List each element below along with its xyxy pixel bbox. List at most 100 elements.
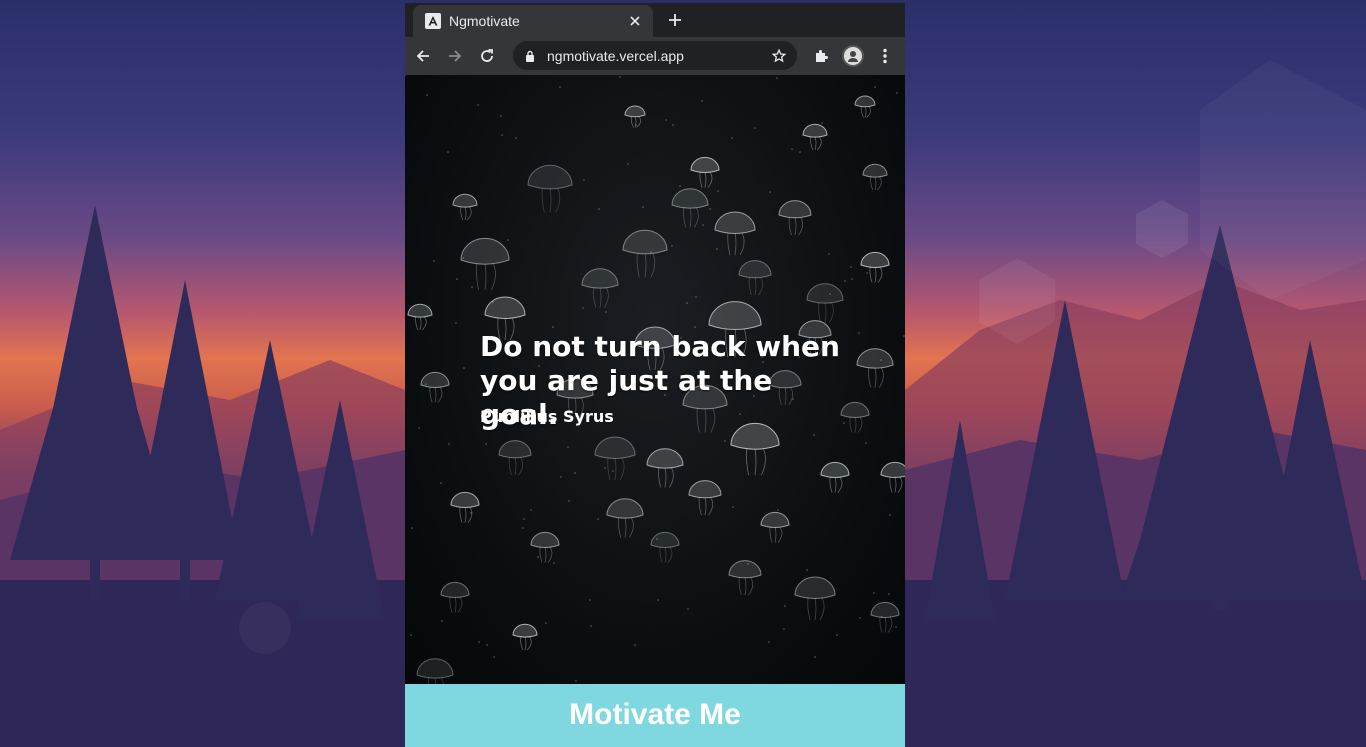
forward-button[interactable] — [441, 42, 469, 70]
jellyfish-decoration — [856, 348, 894, 388]
particle-decoration — [405, 75, 406, 76]
more-vert-icon[interactable] — [871, 42, 899, 70]
jellyfish-decoration — [624, 105, 646, 128]
particle-decoration — [485, 443, 487, 445]
particle-decoration — [425, 383, 427, 385]
particle-decoration — [650, 251, 652, 253]
particle-decoration — [731, 137, 733, 139]
particle-decoration — [553, 562, 555, 564]
particle-decoration — [426, 94, 428, 96]
particle-decoration — [507, 239, 509, 241]
particle-decoration — [814, 656, 816, 658]
angular-logo-icon — [425, 13, 441, 29]
particle-decoration — [754, 127, 756, 129]
extensions-icon[interactable] — [807, 42, 835, 70]
particle-decoration — [471, 286, 473, 288]
plus-icon — [669, 14, 681, 26]
particle-decoration — [880, 359, 882, 361]
profile-avatar[interactable] — [839, 42, 867, 70]
jellyfish-decoration — [407, 303, 433, 331]
particle-decoration — [530, 509, 532, 511]
particle-decoration — [716, 248, 718, 250]
particle-decoration — [575, 680, 577, 682]
quote-line-1: Do not turn back when — [480, 330, 840, 363]
tab-strip: Ngmotivate — [405, 3, 905, 37]
jellyfish-decoration — [854, 95, 876, 118]
particle-decoration — [874, 86, 876, 88]
particle-decoration — [455, 322, 457, 324]
jellyfish-decoration — [880, 461, 905, 493]
address-bar[interactable]: ngmotivate.vercel.app — [513, 41, 797, 70]
particle-decoration — [478, 641, 480, 643]
particle-decoration — [418, 427, 420, 429]
particle-decoration — [777, 509, 779, 511]
particle-decoration — [574, 472, 576, 474]
particle-decoration — [844, 280, 846, 282]
particle-decoration — [799, 151, 801, 153]
particle-decoration — [470, 512, 472, 514]
particle-decoration — [732, 506, 734, 508]
particle-decoration — [492, 301, 494, 303]
particle-decoration — [447, 151, 449, 153]
particle-decoration — [486, 644, 488, 646]
particle-decoration — [634, 644, 636, 646]
jellyfish-decoration — [622, 229, 668, 278]
particle-decoration — [522, 527, 524, 529]
particle-decoration — [702, 224, 704, 226]
motivate-me-button[interactable]: Motivate Me — [405, 684, 905, 747]
jellyfish-decoration — [714, 211, 756, 256]
jellyfish-decoration — [671, 188, 709, 228]
jellyfish-decoration — [728, 560, 762, 596]
jellyfish-decoration — [450, 491, 480, 523]
particle-decoration — [589, 599, 591, 601]
particle-decoration — [895, 626, 897, 628]
particle-decoration — [851, 278, 853, 280]
jellyfish-decoration — [606, 498, 644, 538]
particle-decoration — [545, 622, 547, 624]
particle-decoration — [784, 605, 786, 607]
jellyfish-decoration — [416, 658, 454, 684]
particle-decoration — [769, 191, 771, 193]
particle-decoration — [463, 367, 465, 369]
particle-decoration — [850, 266, 852, 268]
quote-author: Publilius Syrus — [480, 407, 614, 426]
back-button[interactable] — [409, 42, 437, 70]
particle-decoration — [717, 190, 719, 192]
close-icon[interactable] — [625, 11, 645, 31]
tab-title: Ngmotivate — [449, 13, 520, 29]
particle-decoration — [896, 92, 898, 94]
jellyfish-decoration — [806, 283, 844, 323]
particle-decoration — [888, 593, 890, 595]
jellyfish-decoration — [512, 623, 538, 651]
particle-decoration — [642, 206, 644, 208]
browser-tab[interactable]: Ngmotivate — [413, 5, 653, 37]
particle-decoration — [515, 137, 517, 139]
jellyfish-decoration — [860, 251, 890, 283]
lock-icon[interactable] — [523, 49, 537, 63]
particle-decoration — [686, 302, 688, 304]
jellyfish-decoration — [581, 268, 619, 308]
particle-decoration — [493, 656, 495, 658]
forward-arrow-icon — [449, 50, 462, 62]
particle-decoration — [671, 245, 673, 247]
particle-decoration — [724, 440, 726, 442]
jellyfish-decoration — [778, 200, 812, 236]
particle-decoration — [776, 77, 778, 79]
particle-decoration — [657, 599, 659, 601]
particle-decoration — [500, 115, 502, 117]
star-icon[interactable] — [767, 44, 791, 68]
particle-decoration — [597, 518, 599, 520]
jellyfish-decoration — [688, 480, 722, 516]
jellyfish-decoration — [440, 581, 470, 613]
reload-button[interactable] — [473, 42, 501, 70]
jellyfish-decoration — [530, 531, 560, 563]
jellyfish-decoration — [420, 371, 450, 403]
jellyfish-decoration — [460, 237, 510, 291]
new-tab-button[interactable] — [663, 8, 687, 32]
particle-decoration — [501, 134, 503, 136]
jellyfish-decoration — [690, 156, 720, 188]
particle-decoration — [462, 257, 464, 259]
particle-decoration — [523, 518, 525, 520]
particle-decoration — [433, 260, 435, 262]
particle-decoration — [813, 434, 815, 436]
